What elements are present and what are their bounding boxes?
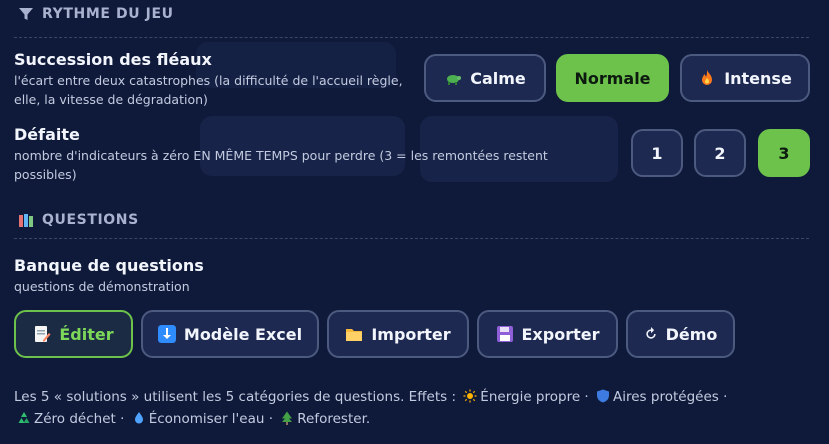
section-divider bbox=[14, 238, 809, 239]
shield-icon bbox=[597, 389, 610, 403]
excel-template-button[interactable]: Modèle Excel bbox=[141, 310, 319, 358]
note-intro: Les 5 « solutions » utilisent les 5 caté… bbox=[14, 389, 456, 405]
button-label: Calme bbox=[470, 68, 526, 88]
effect-label: Reforester. bbox=[297, 411, 371, 427]
succession-title: Succession des fléaux bbox=[14, 50, 212, 69]
pace-intense-button[interactable]: Intense bbox=[680, 54, 810, 102]
tree-icon bbox=[282, 411, 293, 425]
banque-title: Banque de questions bbox=[14, 256, 204, 275]
turtle-icon bbox=[447, 75, 462, 85]
button-label: Normale bbox=[574, 68, 651, 88]
recycle-icon bbox=[18, 412, 30, 423]
download-icon bbox=[157, 325, 176, 343]
button-label: 3 bbox=[778, 143, 790, 163]
effect-label: Énergie propre bbox=[480, 389, 581, 405]
defaite-description: nombre d'indicateurs à zéro EN MÊME TEMP… bbox=[14, 148, 548, 182]
import-button[interactable]: Importer bbox=[327, 310, 469, 358]
banque-description: questions de démonstration bbox=[14, 279, 190, 294]
folder-icon bbox=[346, 329, 363, 341]
demo-reset-button[interactable]: Démo bbox=[626, 310, 735, 358]
section-header-questions: QUESTIONS bbox=[18, 212, 139, 228]
button-label: Modèle Excel bbox=[183, 324, 303, 344]
button-label: Importer bbox=[371, 324, 451, 344]
sun-icon bbox=[463, 389, 477, 403]
defeat-1-button[interactable]: 1 bbox=[631, 129, 683, 177]
memo-icon bbox=[35, 326, 51, 342]
section-header-rythme: RYTHME DU JEU bbox=[18, 6, 174, 22]
droplet-icon bbox=[134, 412, 143, 424]
button-label: Intense bbox=[724, 68, 792, 88]
pace-calme-button[interactable]: Calme bbox=[424, 54, 546, 102]
defeat-2-button[interactable]: 2 bbox=[694, 129, 746, 177]
button-label: Éditer bbox=[59, 324, 114, 344]
effect-label: Aires protégées bbox=[613, 389, 719, 405]
button-label: Démo bbox=[665, 324, 718, 344]
defeat-3-button[interactable]: 3 bbox=[758, 129, 810, 177]
pace-normale-button[interactable]: Normale bbox=[556, 54, 669, 102]
fire-icon bbox=[702, 70, 713, 85]
effect-label: Zéro déchet bbox=[34, 411, 116, 427]
effect-label: Économiser l'eau bbox=[148, 411, 265, 427]
books-icon bbox=[19, 214, 33, 227]
edit-questions-button[interactable]: Éditer bbox=[14, 310, 133, 358]
section-title: QUESTIONS bbox=[42, 212, 139, 228]
floppy-disk-icon bbox=[496, 326, 513, 342]
button-label: 2 bbox=[714, 143, 726, 163]
section-title: RYTHME DU JEU bbox=[42, 6, 174, 22]
solutions-note: Les 5 « solutions » utilisent les 5 caté… bbox=[14, 389, 728, 427]
funnel-icon bbox=[19, 8, 33, 20]
button-label: Exporter bbox=[521, 324, 600, 344]
succession-description: l'écart entre deux catastrophes (la diff… bbox=[14, 73, 403, 107]
export-button[interactable]: Exporter bbox=[477, 310, 618, 358]
section-divider bbox=[14, 37, 809, 38]
defaite-title: Défaite bbox=[14, 125, 80, 144]
button-label: 1 bbox=[651, 143, 663, 163]
refresh-icon bbox=[645, 327, 656, 339]
